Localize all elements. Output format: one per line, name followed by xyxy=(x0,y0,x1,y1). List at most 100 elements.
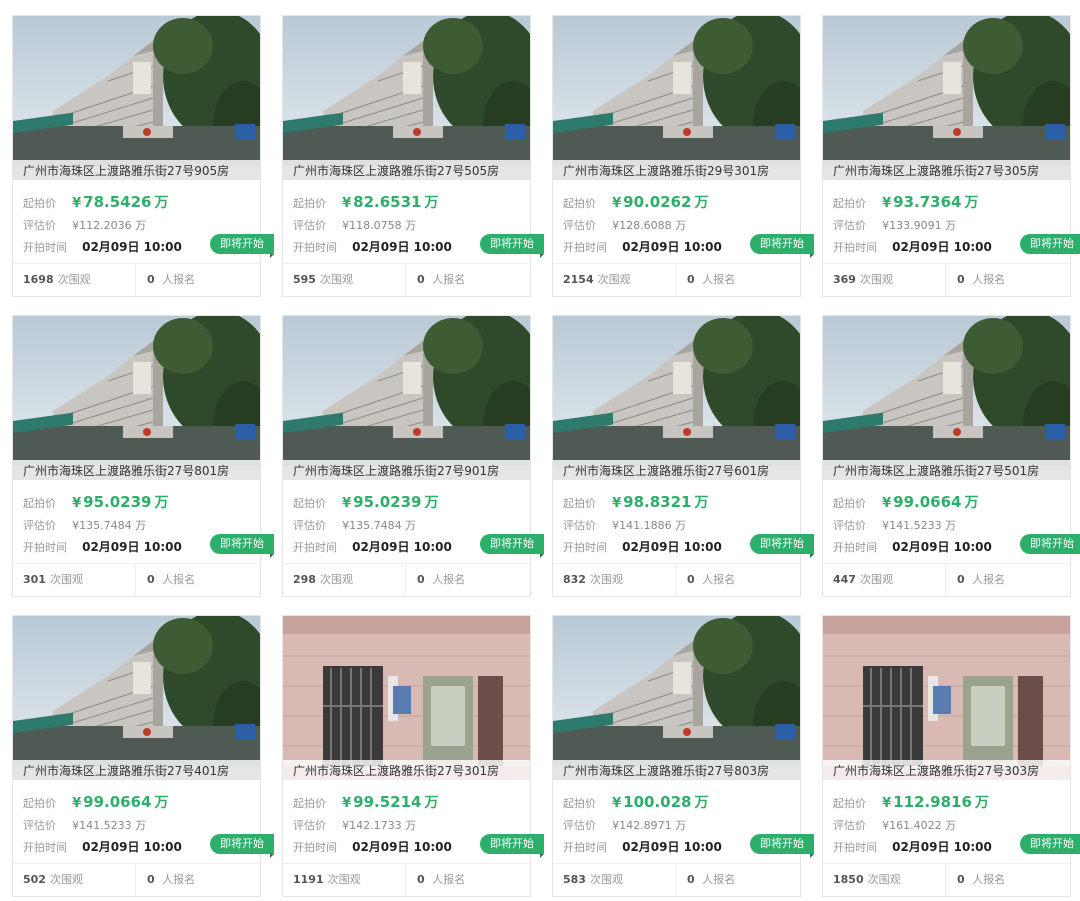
eval-price-row: 评估价 ¥142.8971 万 xyxy=(563,814,800,836)
currency-symbol: ¥ xyxy=(882,796,892,811)
listing-photo[interactable] xyxy=(553,616,800,780)
listing-title[interactable]: 广州市海珠区上渡路雅乐街27号501房 xyxy=(823,460,1070,482)
listing-photo[interactable] xyxy=(823,16,1070,180)
listing-card[interactable]: 广州市海珠区上渡路雅乐街27号505房 起拍价 ¥82.6531 万 评估价 ¥1… xyxy=(282,15,544,297)
status-badge: 即将开始 xyxy=(750,534,814,558)
start-price-row: 起拍价 ¥93.7364 万 xyxy=(833,192,1070,214)
view-count: 369 次围观 xyxy=(833,264,946,296)
eval-price-value: ¥161.4022 万 xyxy=(882,819,957,832)
listing-photo[interactable] xyxy=(553,316,800,480)
listing-photo[interactable] xyxy=(553,16,800,180)
view-count-suffix: 次围观 xyxy=(597,273,631,286)
view-count: 595 次围观 xyxy=(293,264,406,296)
view-count-suffix: 次围观 xyxy=(327,873,361,886)
listing-photo[interactable] xyxy=(283,316,530,480)
start-time-value: 02月09日 10:00 xyxy=(622,240,722,254)
start-price-amount: 100.028 xyxy=(623,793,692,811)
registration-count-number: 0 xyxy=(147,873,155,886)
listing-card[interactable]: 广州市海珠区上渡路雅乐街27号301房 起拍价 ¥99.5214 万 评估价 ¥1… xyxy=(282,615,544,897)
listing-card[interactable]: 广州市海珠区上渡路雅乐街27号803房 起拍价 ¥100.028 万 评估价 ¥1… xyxy=(552,615,814,897)
listing-photo[interactable] xyxy=(13,616,260,780)
start-price-value: ¥99.5214 万 xyxy=(342,793,438,811)
listing-card[interactable]: 广州市海珠区上渡路雅乐街29号301房 起拍价 ¥90.0262 万 评估价 ¥1… xyxy=(552,15,814,297)
registration-count-suffix: 人报名 xyxy=(432,873,466,886)
currency-symbol: ¥ xyxy=(342,496,352,511)
view-count: 832 次围观 xyxy=(563,564,676,596)
registration-count: 0 人报名 xyxy=(957,864,1005,896)
status-badge: 即将开始 xyxy=(210,534,274,558)
registration-count: 0 人报名 xyxy=(687,264,735,296)
start-price-amount: 99.0664 xyxy=(83,793,152,811)
start-time-value: 02月09日 10:00 xyxy=(892,840,992,854)
start-price-value: ¥98.8321 万 xyxy=(612,493,708,511)
listing-card[interactable]: 广州市海珠区上渡路雅乐街27号801房 起拍价 ¥95.0239 万 评估价 ¥1… xyxy=(12,315,274,597)
view-count-number: 502 xyxy=(23,873,46,886)
registration-count-suffix: 人报名 xyxy=(162,873,196,886)
eval-price-label: 评估价 xyxy=(563,219,596,232)
listing-photo[interactable] xyxy=(823,616,1070,780)
listing-card[interactable]: 广州市海珠区上渡路雅乐街27号401房 起拍价 ¥99.0664 万 评估价 ¥1… xyxy=(12,615,274,897)
currency-symbol: ¥ xyxy=(342,196,352,211)
start-time-value: 02月09日 10:00 xyxy=(82,240,182,254)
building-photo xyxy=(13,16,260,180)
listing-photo[interactable] xyxy=(283,616,530,780)
start-price-label: 起拍价 xyxy=(833,497,866,510)
currency-symbol: ¥ xyxy=(72,796,82,811)
listing-title[interactable]: 广州市海珠区上渡路雅乐街27号305房 xyxy=(823,160,1070,182)
listing-footer: 502 次围观 0 人报名 xyxy=(13,863,260,896)
eval-price-label: 评估价 xyxy=(833,519,866,532)
listing-title[interactable]: 广州市海珠区上渡路雅乐街27号303房 xyxy=(823,760,1070,782)
listing-card[interactable]: 广州市海珠区上渡路雅乐街27号901房 起拍价 ¥95.0239 万 评估价 ¥1… xyxy=(282,315,544,597)
view-count: 1698 次围观 xyxy=(23,264,136,296)
view-count-suffix: 次围观 xyxy=(57,273,91,286)
price-unit: 万 xyxy=(424,495,439,511)
currency-symbol: ¥ xyxy=(612,196,622,211)
listing-photo[interactable] xyxy=(13,316,260,480)
start-price-label: 起拍价 xyxy=(293,197,326,210)
listing-photo[interactable] xyxy=(283,16,530,180)
listing-card[interactable]: 广州市海珠区上渡路雅乐街27号601房 起拍价 ¥98.8321 万 评估价 ¥1… xyxy=(552,315,814,597)
start-price-amount: 99.0664 xyxy=(893,493,962,511)
listing-card[interactable]: 广州市海珠区上渡路雅乐街27号501房 起拍价 ¥99.0664 万 评估价 ¥1… xyxy=(822,315,1080,597)
listing-title[interactable]: 广州市海珠区上渡路雅乐街29号301房 xyxy=(553,160,800,182)
listing-card[interactable]: 广州市海珠区上渡路雅乐街27号303房 起拍价 ¥112.9816 万 评估价 ¥… xyxy=(822,615,1080,897)
start-time-label: 开拍时间 xyxy=(23,541,67,554)
start-price-value: ¥95.0239 万 xyxy=(342,493,438,511)
eval-price-label: 评估价 xyxy=(23,819,56,832)
building-photo xyxy=(823,16,1070,180)
listing-title[interactable]: 广州市海珠区上渡路雅乐街27号905房 xyxy=(13,160,260,182)
registration-count-number: 0 xyxy=(957,573,965,586)
view-count: 1191 次围观 xyxy=(293,864,406,896)
listing-photo[interactable] xyxy=(13,16,260,180)
listing-card[interactable]: 广州市海珠区上渡路雅乐街27号305房 起拍价 ¥93.7364 万 评估价 ¥1… xyxy=(822,15,1080,297)
view-count-number: 1191 xyxy=(293,873,324,886)
listing-footer: 1191 次围观 0 人报名 xyxy=(283,863,530,896)
listing-title[interactable]: 广州市海珠区上渡路雅乐街27号901房 xyxy=(283,460,530,482)
building-photo xyxy=(823,316,1070,480)
registration-count-number: 0 xyxy=(687,873,695,886)
eval-price-label: 评估价 xyxy=(293,519,326,532)
eval-price-value: ¥141.5233 万 xyxy=(882,519,957,532)
listing-title[interactable]: 广州市海珠区上渡路雅乐街27号505房 xyxy=(283,160,530,182)
listing-title[interactable]: 广州市海珠区上渡路雅乐街27号601房 xyxy=(553,460,800,482)
listing-title[interactable]: 广州市海珠区上渡路雅乐街27号801房 xyxy=(13,460,260,482)
listing-card[interactable]: 广州市海珠区上渡路雅乐街27号905房 起拍价 ¥78.5426 万 评估价 ¥1… xyxy=(12,15,274,297)
listing-title[interactable]: 广州市海珠区上渡路雅乐街27号301房 xyxy=(283,760,530,782)
price-unit: 万 xyxy=(154,195,169,211)
start-price-label: 起拍价 xyxy=(23,197,56,210)
view-count-suffix: 次围观 xyxy=(859,273,893,286)
registration-count: 0 人报名 xyxy=(417,864,465,896)
listing-photo[interactable] xyxy=(823,316,1070,480)
listing-title[interactable]: 广州市海珠区上渡路雅乐街27号803房 xyxy=(553,760,800,782)
price-unit: 万 xyxy=(154,795,169,811)
registration-count: 0 人报名 xyxy=(687,564,735,596)
eval-price-value: ¥142.1733 万 xyxy=(342,819,417,832)
listing-footer: 298 次围观 0 人报名 xyxy=(283,563,530,596)
view-count-number: 583 xyxy=(563,873,586,886)
start-price-row: 起拍价 ¥99.0664 万 xyxy=(833,492,1070,514)
registration-count-suffix: 人报名 xyxy=(972,573,1006,586)
start-price-row: 起拍价 ¥95.0239 万 xyxy=(23,492,260,514)
listing-title[interactable]: 广州市海珠区上渡路雅乐街27号401房 xyxy=(13,760,260,782)
start-time-value: 02月09日 10:00 xyxy=(352,540,452,554)
price-unit: 万 xyxy=(694,795,709,811)
